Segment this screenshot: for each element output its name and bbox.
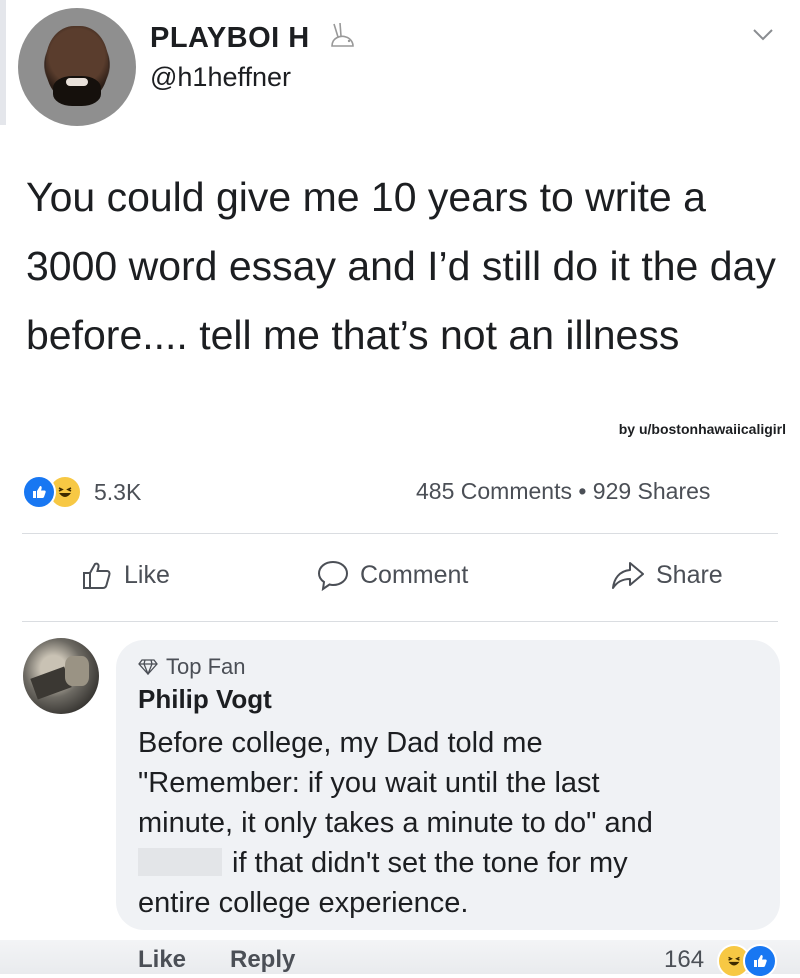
chevron-down-icon[interactable]	[752, 28, 774, 42]
thumbs-up-icon	[83, 562, 111, 589]
like-reaction-icon	[743, 944, 777, 978]
top-fan-label: Top Fan	[166, 654, 246, 679]
share-button[interactable]: Share	[610, 558, 723, 592]
like-reaction-icon	[22, 475, 56, 509]
comment-reply-link[interactable]: Reply	[230, 946, 295, 974]
post-text: You could give me 10 years to write a 30…	[26, 174, 776, 358]
comment-like-link[interactable]: Like	[138, 946, 186, 974]
comments-shares-count[interactable]: 485 Comments • 929 Shares	[416, 478, 710, 505]
divider	[22, 621, 778, 622]
comment-line: "Remember: if you wait until the last	[138, 767, 600, 799]
redacted-mention	[138, 848, 222, 876]
share-icon	[612, 562, 644, 589]
watermark: by u/bostonhawaiicaligirl	[618, 421, 786, 437]
comment-reactions[interactable]	[717, 944, 777, 978]
comment-line: minute, it only takes a minute to do" an…	[138, 807, 653, 839]
comment-reaction-count[interactable]: 164	[664, 946, 704, 974]
diamond-icon	[138, 659, 158, 675]
like-label: Like	[124, 560, 170, 589]
left-edge-bar	[0, 0, 6, 125]
comment-icon	[317, 560, 349, 592]
divider	[22, 533, 778, 534]
comment-label: Comment	[360, 560, 469, 589]
author-avatar[interactable]	[18, 8, 136, 126]
reaction-count: 5.3K	[94, 478, 142, 505]
comment-text: Before college, my Dad told me "Remember…	[138, 723, 768, 923]
commenter-avatar[interactable]	[23, 638, 99, 714]
share-label: Share	[656, 560, 723, 589]
comment-button[interactable]: Comment	[316, 558, 468, 592]
comment-line-with-redaction: if that didn't set the tone for my	[138, 843, 768, 883]
rabbit-icon	[331, 22, 354, 47]
author-name[interactable]: PLAYBOI H	[150, 22, 310, 55]
commenter-name[interactable]: Philip Vogt	[138, 684, 272, 715]
reaction-summary[interactable]: 5.3K	[22, 474, 141, 510]
like-button[interactable]: Like	[80, 558, 170, 592]
comment-line: entire college experience.	[138, 887, 469, 919]
comment-line: if that didn't set the tone for my	[232, 847, 628, 879]
top-fan-badge: Top Fan	[138, 654, 246, 680]
author-handle[interactable]: @h1heffner	[150, 62, 291, 93]
scroll-overlay	[757, 469, 789, 509]
comment-line: Before college, my Dad told me	[138, 727, 543, 759]
